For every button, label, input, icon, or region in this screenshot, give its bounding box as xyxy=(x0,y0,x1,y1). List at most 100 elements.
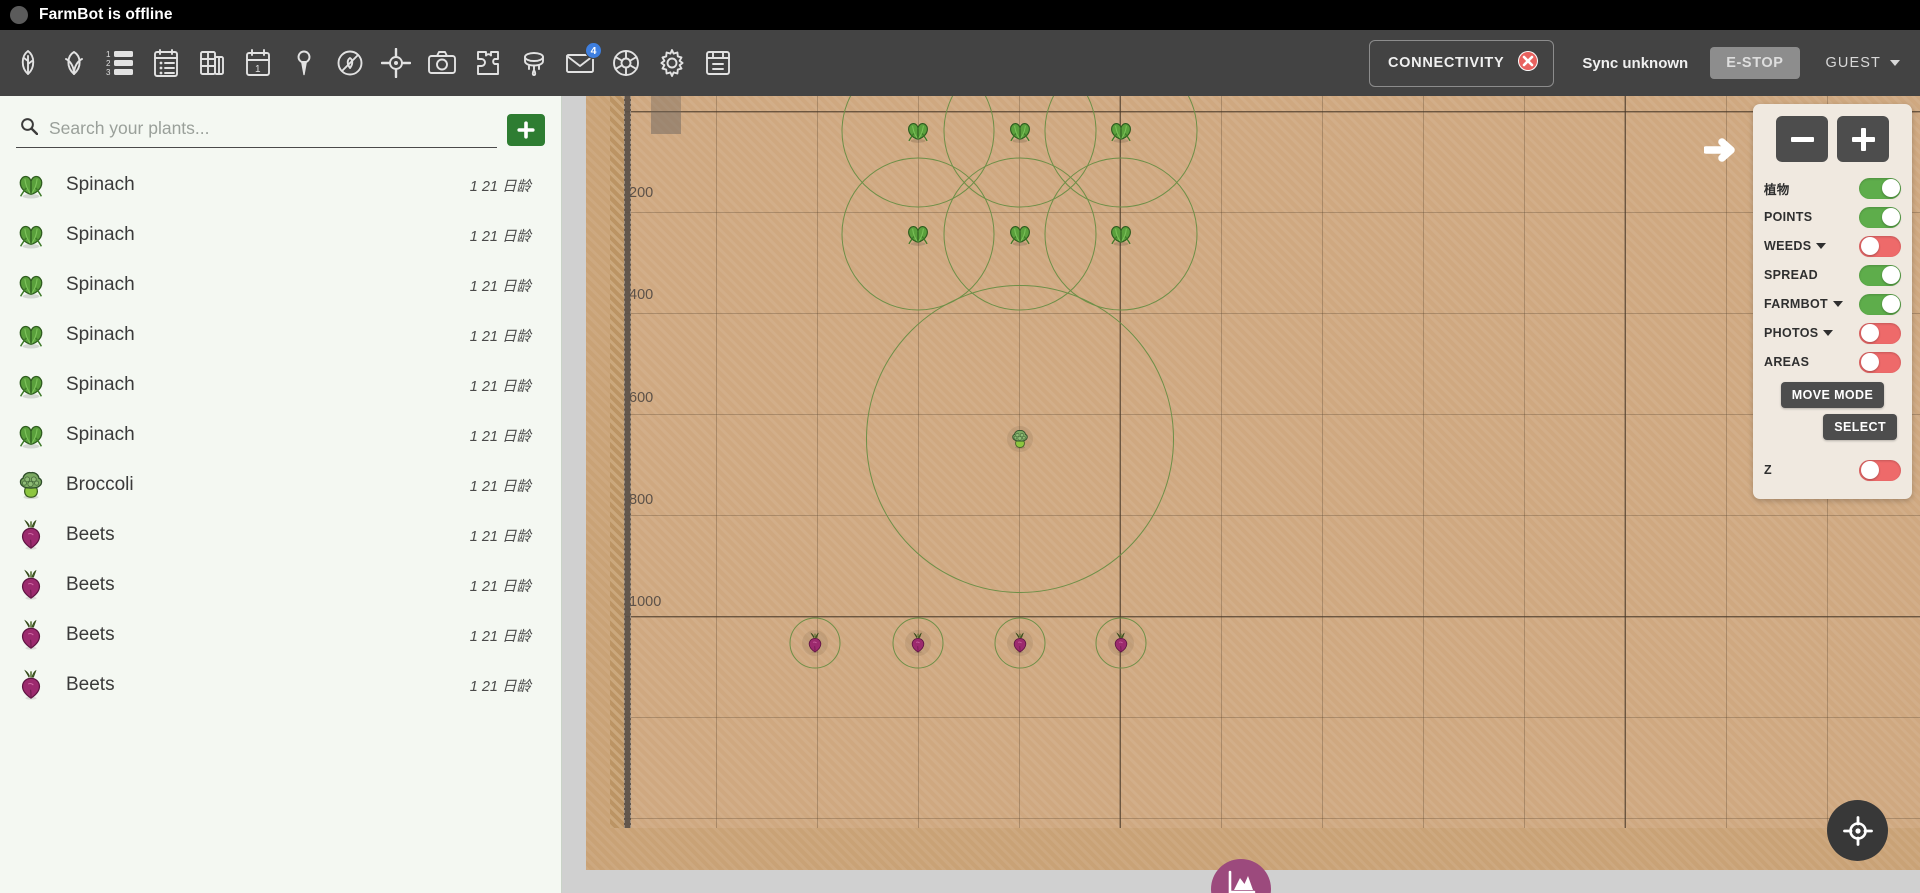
move-mode-button[interactable]: MOVE MODE xyxy=(1780,382,1885,408)
toggle-z-switch[interactable] xyxy=(1859,459,1901,481)
broccoli-marker[interactable] xyxy=(1009,428,1031,450)
camera-icon[interactable] xyxy=(424,45,460,81)
water-nozzle-icon[interactable] xyxy=(516,45,552,81)
beet-marker[interactable] xyxy=(804,632,826,654)
plant-list-item[interactable]: Spinach 1 21 日龄 xyxy=(0,160,561,210)
plant-name: Spinach xyxy=(66,224,135,245)
spinach-marker[interactable] xyxy=(1107,220,1135,248)
status-bar: FarmBot is offline xyxy=(0,0,1920,30)
select-button[interactable]: SELECT xyxy=(1823,414,1897,440)
plant-list-item[interactable]: Spinach 1 21 日龄 xyxy=(0,360,561,410)
axis-tick-label: 400 xyxy=(629,287,654,303)
spinach-marker[interactable] xyxy=(904,117,932,145)
toggle-photos-text: PHOTOS xyxy=(1764,326,1819,340)
plant-age: 1 21 日龄 xyxy=(469,678,531,695)
calendar-icon[interactable]: 1 xyxy=(240,45,276,81)
plant-age: 1 21 日龄 xyxy=(469,328,531,345)
estop-button[interactable]: E-STOP xyxy=(1710,47,1800,79)
plant-name: Spinach xyxy=(66,324,135,345)
spinach-marker[interactable] xyxy=(1107,117,1135,145)
search-input[interactable] xyxy=(49,118,495,139)
beet-marker[interactable] xyxy=(1110,632,1132,654)
map-controls-panel: 植物 POINTS WEEDS SPREAD FARMBOT PHOTOS AREAS MO… xyxy=(1753,104,1912,499)
spinach-marker[interactable] xyxy=(1006,220,1034,248)
gear-icon[interactable] xyxy=(654,45,690,81)
zoom-out-button[interactable] xyxy=(1776,116,1828,162)
account-label: GUEST xyxy=(1825,55,1881,71)
plant-list-item[interactable]: Beets 1 21 日龄 xyxy=(0,610,561,660)
beet-marker[interactable] xyxy=(1009,632,1031,654)
toggle-farmbot-label[interactable]: FARMBOT xyxy=(1764,297,1843,311)
crosshair-icon[interactable] xyxy=(378,45,414,81)
plant-list: Spinach 1 21 日龄 Spinach 1 21 日龄 Spinach 1 2… xyxy=(0,158,561,710)
offline-dot-icon xyxy=(10,6,28,24)
axis-tick-label: 600 xyxy=(629,390,654,406)
groups-icon[interactable] xyxy=(194,45,230,81)
beet-marker[interactable] xyxy=(907,632,929,654)
weeds-icon[interactable] xyxy=(332,45,368,81)
toggle-plants-switch[interactable] xyxy=(1859,177,1901,199)
chevron-down-icon xyxy=(1890,60,1900,66)
plant-list-item[interactable]: Beets 1 21 日龄 xyxy=(0,560,561,610)
toggle-farmbot-knob xyxy=(1881,295,1900,313)
toggle-plants-label: 植物 xyxy=(1764,179,1790,198)
plant-list-item[interactable]: Spinach 1 21 日龄 xyxy=(0,310,561,360)
plant-age: 1 21 日龄 xyxy=(469,478,531,495)
plant-list-item[interactable]: Broccoli 1 21 日龄 xyxy=(0,460,561,510)
toggle-weeds-label[interactable]: WEEDS xyxy=(1764,239,1827,253)
plant-seed-icon[interactable] xyxy=(10,45,46,81)
puzzle-icon[interactable] xyxy=(470,45,506,81)
spinach-marker[interactable] xyxy=(1006,117,1034,145)
plant-age: 1 21 日龄 xyxy=(469,528,531,545)
toggle-farmbot-switch[interactable] xyxy=(1859,293,1901,315)
sequence-list-icon[interactable]: 123 xyxy=(102,45,138,81)
spinach-marker[interactable] xyxy=(904,220,932,248)
webcam-icon[interactable] xyxy=(608,45,644,81)
plant-list-item[interactable]: Spinach 1 21 日龄 xyxy=(0,410,561,460)
plant-list-item[interactable]: Beets 1 21 日龄 xyxy=(0,510,561,560)
chevron-down-icon[interactable] xyxy=(1823,330,1834,336)
move-to-button[interactable] xyxy=(1827,800,1888,861)
toggle-points-switch[interactable] xyxy=(1859,206,1901,228)
zoom-in-button[interactable] xyxy=(1837,116,1889,162)
toggle-spread-switch[interactable] xyxy=(1859,264,1901,286)
toggle-areas-label: AREAS xyxy=(1764,355,1809,369)
account-menu[interactable]: GUEST xyxy=(1826,55,1906,71)
map-canvas[interactable]: 200 400 600 800 1000 xyxy=(586,96,1920,870)
select-mode-row: SELECT xyxy=(1764,414,1901,440)
chevron-down-icon[interactable] xyxy=(1832,301,1843,307)
leaf-icon[interactable] xyxy=(56,45,92,81)
toggle-z-label: Z xyxy=(1764,463,1772,477)
nav-right-group: CONNECTIVITY Sync unknown E-STOP GUEST xyxy=(1369,39,1920,87)
garden-map[interactable]: 200 400 600 800 1000 植物 POINTS WEEDS SPR… xyxy=(562,96,1920,893)
toggle-weeds-switch[interactable] xyxy=(1859,235,1901,257)
toggle-photos-label[interactable]: PHOTOS xyxy=(1764,326,1834,340)
svg-text:1: 1 xyxy=(106,50,111,59)
archive-icon[interactable] xyxy=(700,45,736,81)
toggle-z: Z xyxy=(1764,456,1901,484)
plant-age: 1 21 日龄 xyxy=(469,578,531,595)
search-field-wrapper[interactable] xyxy=(16,112,497,148)
plant-list-item[interactable]: Spinach 1 21 日龄 xyxy=(0,260,561,310)
move-right-arrow-icon[interactable] xyxy=(1702,134,1742,171)
plant-list-item[interactable]: Spinach 1 21 日龄 xyxy=(0,210,561,260)
plant-list-item[interactable]: Beets 1 21 日龄 xyxy=(0,660,561,710)
envelope-icon[interactable]: 4 xyxy=(562,42,602,81)
search-icon xyxy=(20,117,39,140)
plant-name: Beets xyxy=(66,674,115,695)
toggle-photos-row: PHOTOS xyxy=(1764,319,1901,347)
regimen-icon[interactable] xyxy=(148,45,184,81)
axis-tick-label: 800 xyxy=(629,492,654,508)
sync-status[interactable]: Sync unknown xyxy=(1582,55,1688,72)
spinach-icon xyxy=(14,418,48,452)
connectivity-error-icon xyxy=(1517,50,1539,77)
gantry-rail xyxy=(610,96,624,828)
toggle-photos-switch[interactable] xyxy=(1859,322,1901,344)
spinach-icon xyxy=(14,318,48,352)
connectivity-button[interactable]: CONNECTIVITY xyxy=(1369,39,1555,87)
toggle-areas-switch[interactable] xyxy=(1859,351,1901,373)
add-plant-button[interactable] xyxy=(507,114,545,146)
chevron-down-icon[interactable] xyxy=(1816,243,1827,249)
connectivity-label: CONNECTIVITY xyxy=(1388,55,1505,71)
location-pin-icon[interactable] xyxy=(286,45,322,81)
